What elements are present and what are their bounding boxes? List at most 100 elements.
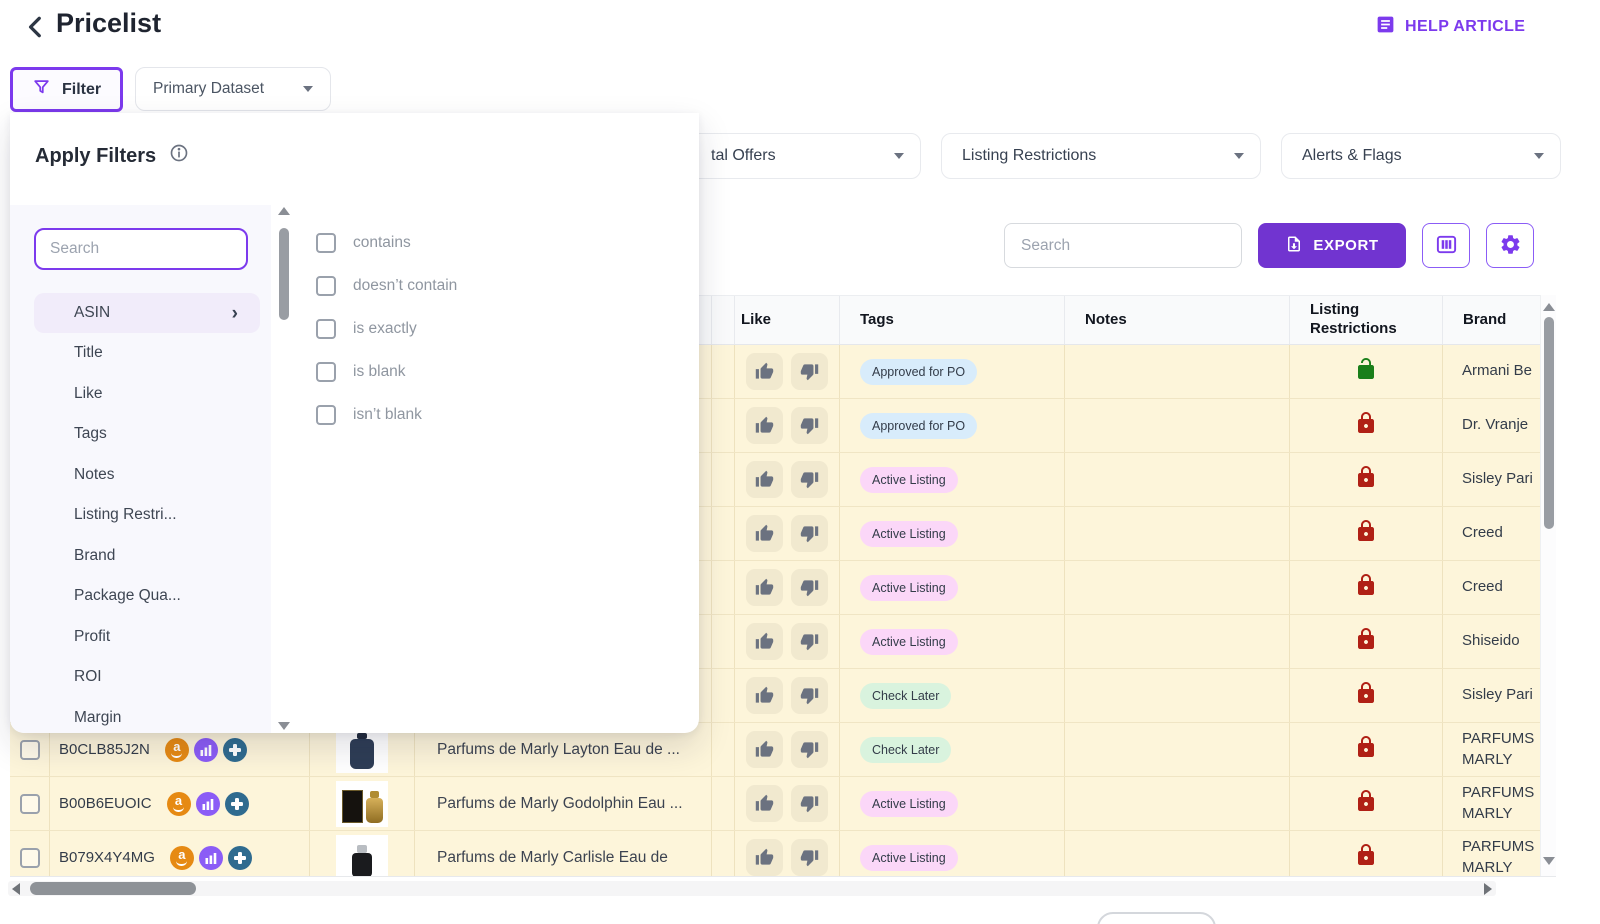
- back-button[interactable]: [20, 12, 52, 44]
- thumb-up-button[interactable]: [746, 407, 783, 444]
- filter-field-tags[interactable]: Tags: [10, 414, 271, 455]
- thumb-down-button[interactable]: [791, 353, 828, 390]
- tag-pill[interactable]: Active Listing: [860, 845, 958, 871]
- total-offers-select[interactable]: tal Offers: [660, 133, 921, 179]
- table-vertical-scrollbar[interactable]: [1540, 295, 1556, 877]
- filter-field-profit[interactable]: Profit: [10, 617, 271, 658]
- listing-restrictions-select[interactable]: Listing Restrictions: [941, 133, 1261, 179]
- filter-scroll-thumb[interactable]: [279, 228, 289, 320]
- operator-checkbox[interactable]: [316, 362, 336, 382]
- scroll-up-arrow[interactable]: [278, 207, 290, 215]
- tag-pill[interactable]: Check Later: [860, 683, 951, 709]
- row-checkbox[interactable]: [20, 794, 40, 814]
- filter-field-package-quantity[interactable]: Package Qua...: [10, 576, 271, 617]
- scroll-right-arrow[interactable]: [1484, 883, 1492, 895]
- scroll-up-arrow[interactable]: [1543, 303, 1555, 311]
- asin-code[interactable]: B0CLB85J2N: [59, 741, 150, 758]
- thumb-up-button[interactable]: [746, 569, 783, 606]
- filter-field-margin[interactable]: Margin: [10, 698, 271, 739]
- export-button[interactable]: EXPORT: [1258, 223, 1406, 268]
- thumb-up-button[interactable]: [746, 353, 783, 390]
- filter-field-listing-restrictions[interactable]: Listing Restri...: [10, 495, 271, 536]
- amazon-icon[interactable]: a: [167, 792, 191, 816]
- filter-search-input[interactable]: [34, 228, 248, 270]
- thumb-up-button[interactable]: [746, 677, 783, 714]
- filter-field-title[interactable]: Title: [10, 333, 271, 374]
- operator-checkbox[interactable]: [316, 319, 336, 339]
- thumb-down-button[interactable]: [791, 785, 828, 822]
- row-checkbox[interactable]: [20, 740, 40, 760]
- scroll-down-arrow[interactable]: [1543, 857, 1555, 865]
- thumb-down-button[interactable]: [791, 569, 828, 606]
- thumb-down-button[interactable]: [791, 839, 828, 876]
- cross-tool-icon[interactable]: [228, 846, 252, 870]
- alerts-flags-select[interactable]: Alerts & Flags: [1281, 133, 1561, 179]
- row-checkbox[interactable]: [20, 848, 40, 868]
- info-icon[interactable]: [169, 143, 189, 169]
- thumb-up-button[interactable]: [746, 731, 783, 768]
- thumb-up-button[interactable]: [746, 461, 783, 498]
- filter-field-like[interactable]: Like: [10, 374, 271, 415]
- notes-cell[interactable]: [1065, 345, 1290, 398]
- cross-tool-icon[interactable]: [223, 738, 247, 762]
- thumb-up-button[interactable]: [746, 785, 783, 822]
- amazon-icon[interactable]: a: [170, 846, 194, 870]
- notes-cell[interactable]: [1065, 831, 1290, 877]
- filter-field-asin[interactable]: ASIN ›: [34, 293, 260, 333]
- operator-checkbox[interactable]: [316, 276, 336, 296]
- bar-chart-icon[interactable]: [194, 738, 218, 762]
- product-image[interactable]: [336, 781, 388, 827]
- scroll-down-arrow[interactable]: [278, 722, 290, 730]
- scroll-left-arrow[interactable]: [12, 883, 20, 895]
- cross-tool-icon[interactable]: [225, 792, 249, 816]
- filter-button[interactable]: Filter: [10, 67, 123, 112]
- filter-field-brand[interactable]: Brand: [10, 536, 271, 577]
- thumb-down-button[interactable]: [791, 515, 828, 552]
- asin-code[interactable]: B079X4Y4MG: [59, 849, 155, 866]
- notes-cell[interactable]: [1065, 507, 1290, 560]
- notes-cell[interactable]: [1065, 561, 1290, 614]
- notes-cell[interactable]: [1065, 615, 1290, 668]
- table-horizontal-scrollbar[interactable]: [8, 881, 1496, 896]
- notes-cell[interactable]: [1065, 777, 1290, 830]
- vertical-scroll-thumb[interactable]: [1544, 317, 1554, 529]
- horizontal-scroll-thumb[interactable]: [30, 882, 196, 895]
- asin-code[interactable]: B00B6EUOIC: [59, 795, 152, 812]
- tag-pill[interactable]: Active Listing: [860, 629, 958, 655]
- notes-cell[interactable]: [1065, 723, 1290, 776]
- tag-pill[interactable]: Active Listing: [860, 791, 958, 817]
- notes-cell[interactable]: [1065, 453, 1290, 506]
- thumb-up-button[interactable]: [746, 839, 783, 876]
- tag-pill[interactable]: Approved for PO: [860, 359, 977, 385]
- thumb-down-button[interactable]: [791, 461, 828, 498]
- product-image[interactable]: [336, 727, 388, 773]
- notes-cell[interactable]: [1065, 669, 1290, 722]
- filter-list-scrollbar[interactable]: [276, 205, 292, 733]
- help-article-link[interactable]: HELP ARTICLE: [1375, 14, 1525, 40]
- product-title[interactable]: Parfums de Marly Godolphin Eau ...: [415, 777, 712, 830]
- operator-checkbox[interactable]: [316, 233, 336, 253]
- tag-pill[interactable]: Active Listing: [860, 575, 958, 601]
- thumb-down-button[interactable]: [791, 677, 828, 714]
- filter-field-notes[interactable]: Notes: [10, 455, 271, 496]
- tag-pill[interactable]: Approved for PO: [860, 413, 977, 439]
- column-settings-button[interactable]: [1422, 223, 1470, 268]
- tag-pill[interactable]: Active Listing: [860, 467, 958, 493]
- bar-chart-icon[interactable]: [199, 846, 223, 870]
- amazon-icon[interactable]: a: [165, 738, 189, 762]
- filter-field-roi[interactable]: ROI: [10, 657, 271, 698]
- table-search-input[interactable]: [1004, 223, 1242, 268]
- settings-button[interactable]: [1486, 223, 1534, 268]
- thumb-up-button[interactable]: [746, 515, 783, 552]
- operator-checkbox[interactable]: [316, 405, 336, 425]
- thumb-up-button[interactable]: [746, 623, 783, 660]
- dataset-select[interactable]: Primary Dataset: [135, 67, 331, 111]
- thumb-down-button[interactable]: [791, 407, 828, 444]
- bar-chart-icon[interactable]: [196, 792, 220, 816]
- product-image[interactable]: [336, 835, 388, 878]
- notes-cell[interactable]: [1065, 399, 1290, 452]
- product-title[interactable]: Parfums de Marly Carlisle Eau de: [415, 831, 712, 877]
- thumb-down-button[interactable]: [791, 623, 828, 660]
- tag-pill[interactable]: Active Listing: [860, 521, 958, 547]
- pagination-select[interactable]: [1097, 912, 1216, 924]
